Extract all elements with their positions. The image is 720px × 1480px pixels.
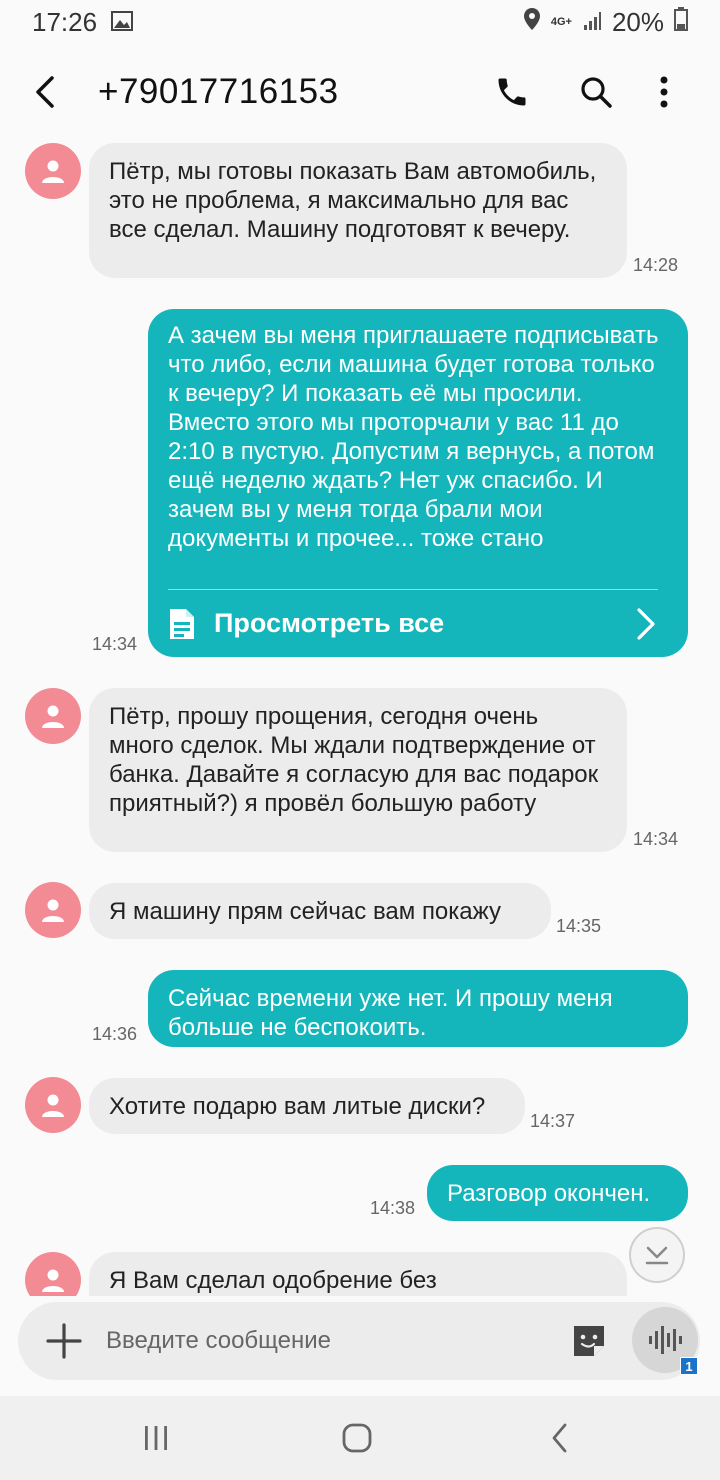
incoming-message[interactable]: Пётр, мы готовы показать Вам автомобиль,… <box>89 143 627 278</box>
person-icon <box>42 899 64 922</box>
view-all-button[interactable]: Просмотреть все <box>168 589 658 657</box>
incoming-message[interactable]: Я машину прям сейчас вам покажу <box>89 883 551 939</box>
message-time: 14:38 <box>370 1198 416 1218</box>
conversation-header: +79017716153 <box>0 44 720 140</box>
home-icon <box>342 1423 372 1453</box>
outgoing-message[interactable]: Сейчас времени уже нет. И прошу меня бол… <box>148 970 688 1047</box>
phone-icon <box>498 78 526 106</box>
sticker-icon <box>574 1326 604 1356</box>
plus-icon <box>46 1323 82 1359</box>
person-icon <box>42 705 64 728</box>
signal-icon <box>582 7 602 38</box>
attach-button[interactable] <box>44 1321 84 1361</box>
network-type: 4G+ <box>550 15 572 28</box>
outgoing-message[interactable]: А зачем вы меня приглашаете подписывать … <box>148 309 688 657</box>
back-nav-button[interactable] <box>540 1418 580 1458</box>
navigation-bar <box>0 1396 720 1480</box>
message-input[interactable]: Введите сообщение <box>106 1327 331 1355</box>
compose-bar: Введите сообщение <box>18 1302 700 1380</box>
message-time: 14:28 <box>633 255 679 275</box>
status-time: 17:26 <box>32 6 98 37</box>
contact-title: +79017716153 <box>98 72 339 111</box>
view-all-label: Просмотреть все <box>214 608 445 638</box>
message-list[interactable]: Пётр, мы готовы показать Вам автомобиль,… <box>0 140 720 1296</box>
incoming-message[interactable]: Я Вам сделал одобрение без <box>89 1252 627 1296</box>
scroll-to-bottom-button[interactable] <box>629 1227 685 1283</box>
battery-percent: 20% <box>611 6 664 37</box>
message-text: А зачем вы меня приглашаете подписывать … <box>168 322 659 552</box>
contact-avatar[interactable] <box>25 688 81 744</box>
incoming-message[interactable]: Пётр, прошу прощения, сегодня очень мног… <box>89 688 627 852</box>
call-button[interactable] <box>490 70 534 114</box>
message-time: 14:36 <box>92 1024 138 1044</box>
person-icon <box>42 160 64 183</box>
message-time: 14:37 <box>530 1111 576 1131</box>
back-button[interactable] <box>26 70 66 114</box>
gallery-notification-icon <box>111 7 134 38</box>
more-vert-icon <box>660 76 668 108</box>
contact-avatar[interactable] <box>25 143 81 199</box>
voice-message-button[interactable]: 1 <box>632 1307 698 1375</box>
outgoing-message[interactable]: Разговор окончен. <box>427 1165 688 1221</box>
home-button[interactable] <box>337 1418 377 1458</box>
search-button[interactable] <box>574 70 618 114</box>
sim-badge: 1 <box>680 1357 698 1375</box>
search-icon <box>581 77 612 108</box>
recent-apps-button[interactable] <box>136 1418 176 1458</box>
contact-avatar[interactable] <box>25 1077 81 1133</box>
status-bar: 17:26 4G+ 20% <box>0 0 720 44</box>
chevron-down-icon <box>645 1246 669 1265</box>
message-time: 14:34 <box>633 829 679 849</box>
battery-icon <box>674 6 688 38</box>
location-icon <box>523 7 541 38</box>
person-icon <box>42 1269 64 1292</box>
recents-icon <box>145 1426 167 1450</box>
incoming-message[interactable]: Хотите подарю вам литые диски? <box>89 1078 525 1134</box>
message-time: 14:34 <box>92 634 138 654</box>
contact-avatar[interactable] <box>25 882 81 938</box>
back-icon <box>552 1423 567 1453</box>
waveform-icon <box>649 1326 682 1354</box>
more-options-button[interactable] <box>642 70 686 114</box>
contact-avatar[interactable] <box>25 1252 81 1296</box>
document-icon <box>170 608 194 639</box>
message-time: 14:35 <box>556 916 602 936</box>
sticker-button[interactable] <box>570 1322 608 1360</box>
chevron-right-icon <box>637 607 655 640</box>
person-icon <box>42 1094 64 1117</box>
